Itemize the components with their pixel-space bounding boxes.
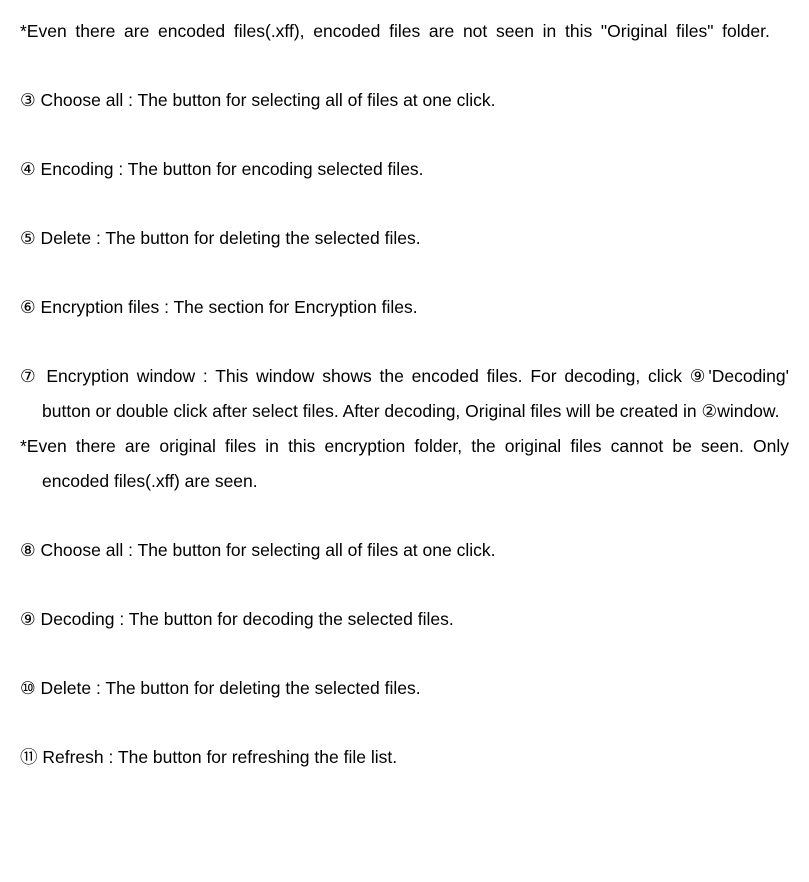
- item-9-decoding: ⑨ Decoding : The button for decoding the…: [20, 602, 789, 637]
- item-10-delete: ⑩ Delete : The button for deleting the s…: [20, 671, 789, 706]
- note-encoded-files: *Even there are encoded files(.xff), enc…: [20, 14, 789, 49]
- item-5-delete: ⑤ Delete : The button for deleting the s…: [20, 221, 789, 256]
- item-11-refresh: ⑪ Refresh : The button for refreshing th…: [20, 740, 789, 775]
- item-7-encryption-window: ⑦ Encryption window : This window shows …: [20, 359, 789, 429]
- note-original-files: *Even there are original files in this e…: [20, 429, 789, 499]
- item-8-choose-all: ⑧ Choose all : The button for selecting …: [20, 533, 789, 568]
- item-3-choose-all: ③ Choose all : The button for selecting …: [20, 83, 789, 118]
- item-6-encryption-files: ⑥ Encryption files : The section for Enc…: [20, 290, 789, 325]
- item-4-encoding: ④ Encoding : The button for encoding sel…: [20, 152, 789, 187]
